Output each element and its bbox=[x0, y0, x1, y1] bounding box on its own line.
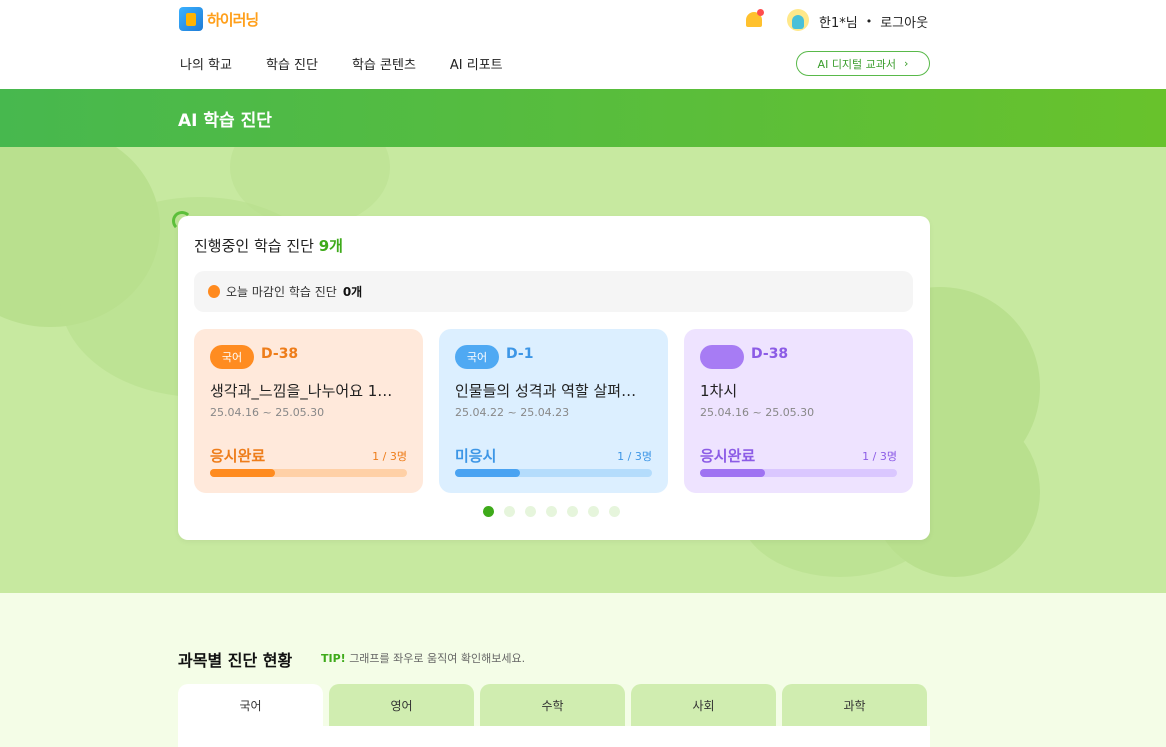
dday-label: D-38 bbox=[261, 346, 299, 362]
participant-count: 1 / 3명 bbox=[617, 450, 652, 463]
nav-ai-report[interactable]: AI 리포트 bbox=[450, 54, 503, 73]
carousel-pagination bbox=[483, 506, 620, 517]
tab-korean[interactable]: 국어 bbox=[178, 684, 323, 726]
tab-math[interactable]: 수학 bbox=[480, 684, 625, 726]
diagnosis-card[interactable]: 국어 D-38 생각과_느낌을_나누어요 1… 25.04.16 ~ 25.05… bbox=[194, 329, 423, 493]
diagnosis-name: 인물들의 성격과 역할 살펴… bbox=[455, 382, 637, 400]
diagnosis-card[interactable]: 국어 D-1 인물들의 성격과 역할 살펴… 25.04.22 ~ 25.04.… bbox=[439, 329, 668, 493]
today-deadline-bar: 오늘 마감인 학습 진단 0개 bbox=[194, 271, 913, 312]
ongoing-count: 9개 bbox=[318, 237, 343, 255]
carousel-dot[interactable] bbox=[609, 506, 620, 517]
carousel-dot[interactable] bbox=[483, 506, 494, 517]
avatar bbox=[787, 9, 809, 31]
nav-learning-content[interactable]: 학습 콘텐츠 bbox=[352, 54, 416, 73]
carousel-dot[interactable] bbox=[504, 506, 515, 517]
ongoing-title: 진행중인 학습 진단 9개 bbox=[194, 235, 343, 256]
ongoing-title-text: 진행중인 학습 진단 bbox=[194, 237, 314, 255]
timer-icon bbox=[208, 285, 220, 298]
diagnosis-status: 미응시 bbox=[455, 447, 497, 465]
page-title: AI 학습 진단 bbox=[178, 111, 272, 131]
today-deadline-label: 오늘 마감인 학습 진단 bbox=[226, 285, 337, 299]
carousel-dot[interactable] bbox=[546, 506, 557, 517]
diagnosis-period: 25.04.16 ~ 25.05.30 bbox=[210, 406, 325, 419]
diagnosis-status: 응시완료 bbox=[210, 447, 266, 465]
ring-decoration-icon bbox=[172, 211, 192, 231]
diagnosis-card[interactable]: D-38 1차시 25.04.16 ~ 25.05.30 응시완료 1 / 3명 bbox=[684, 329, 913, 493]
chevron-right-icon: › bbox=[904, 57, 909, 70]
progress-bar bbox=[700, 469, 897, 477]
progress-bar bbox=[210, 469, 407, 477]
subject-tabs: 국어 영어 수학 사회 과학 bbox=[178, 684, 927, 726]
tip-text: TIP! 그래프를 좌우로 움직여 확인해보세요. bbox=[321, 650, 525, 666]
progress-fill bbox=[455, 469, 520, 477]
tip-message: 그래프를 좌우로 움직여 확인해보세요. bbox=[349, 652, 526, 665]
subject-badge bbox=[700, 345, 744, 369]
logo-icon bbox=[179, 7, 203, 31]
today-deadline-count: 0개 bbox=[342, 285, 363, 299]
nav-my-school[interactable]: 나의 학교 bbox=[180, 54, 232, 73]
user-name: 한1*님 bbox=[819, 16, 858, 31]
carousel-dot[interactable] bbox=[567, 506, 578, 517]
separator-dot: • bbox=[865, 15, 873, 28]
subject-status-title: 과목별 진단 현황 bbox=[178, 651, 293, 670]
participant-count: 1 / 3명 bbox=[862, 450, 897, 463]
logout-link[interactable]: 로그아웃 bbox=[880, 12, 928, 31]
notification-dot bbox=[757, 9, 764, 16]
header: 하이러닝 한1*님 • 로그아웃 나의 학교 학습 진단 학습 콘텐츠 AI 리… bbox=[0, 0, 1166, 89]
logo[interactable]: 하이러닝 bbox=[179, 7, 259, 31]
diagnosis-status: 응시완료 bbox=[700, 447, 756, 465]
dday-label: D-1 bbox=[506, 346, 534, 362]
user-menu: 한1*님 • 로그아웃 bbox=[819, 12, 928, 31]
ai-textbook-label: AI 디지털 교과서 bbox=[817, 57, 897, 71]
participant-count: 1 / 3명 bbox=[372, 450, 407, 463]
ai-textbook-button[interactable]: AI 디지털 교과서 › bbox=[796, 51, 930, 76]
tab-social[interactable]: 사회 bbox=[631, 684, 776, 726]
subject-badge: 국어 bbox=[455, 345, 499, 369]
carousel-dot[interactable] bbox=[525, 506, 536, 517]
diagnosis-name: 생각과_느낌을_나누어요 1… bbox=[210, 382, 393, 400]
diagnosis-period: 25.04.16 ~ 25.05.30 bbox=[700, 406, 815, 419]
carousel-dot[interactable] bbox=[588, 506, 599, 517]
tab-english[interactable]: 영어 bbox=[329, 684, 474, 726]
nav-learning-diagnosis[interactable]: 학습 진단 bbox=[266, 54, 318, 73]
dday-label: D-38 bbox=[751, 346, 789, 362]
diagnosis-period: 25.04.22 ~ 25.04.23 bbox=[455, 406, 570, 419]
progress-bar bbox=[455, 469, 652, 477]
diagnosis-name: 1차시 bbox=[700, 382, 738, 400]
subject-panel bbox=[178, 726, 930, 747]
progress-fill bbox=[700, 469, 765, 477]
bell-icon[interactable] bbox=[743, 9, 765, 31]
tip-label: TIP! bbox=[321, 652, 346, 665]
logo-text: 하이러닝 bbox=[207, 10, 259, 29]
subject-badge: 국어 bbox=[210, 345, 254, 369]
tab-science[interactable]: 과학 bbox=[782, 684, 927, 726]
progress-fill bbox=[210, 469, 275, 477]
main-nav: 나의 학교 학습 진단 학습 콘텐츠 AI 리포트 bbox=[180, 54, 503, 73]
page-banner: AI 학습 진단 bbox=[0, 89, 1166, 147]
